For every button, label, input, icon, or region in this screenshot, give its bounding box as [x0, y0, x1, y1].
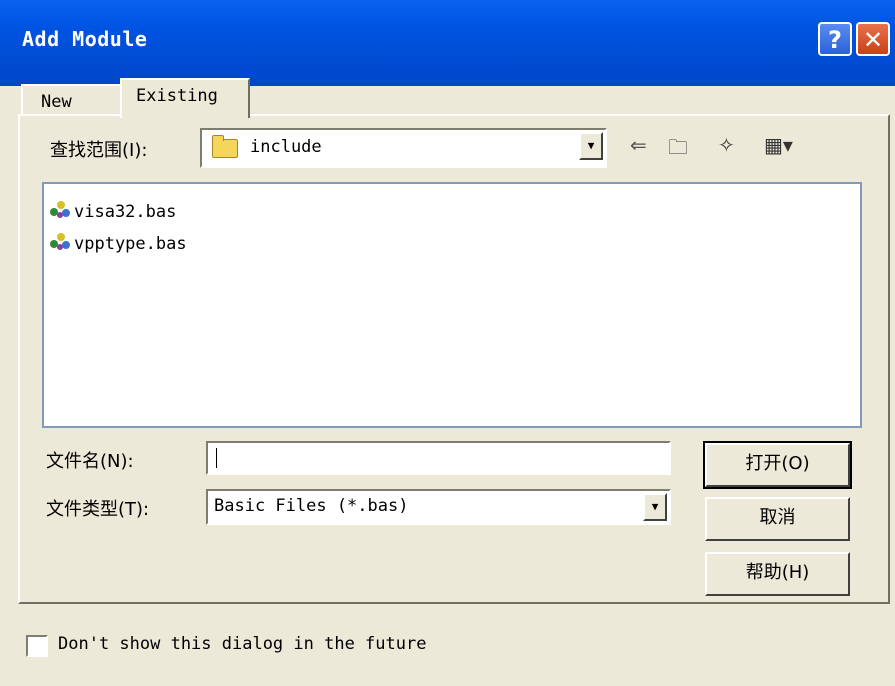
look-in-value: include [250, 137, 322, 157]
file-list[interactable]: visa32.bas vpptype.bas [42, 182, 862, 428]
filetype-value: Basic Files (*.bas) [214, 496, 409, 516]
open-button[interactable]: 打开(O) [703, 441, 852, 489]
dont-show-checkbox[interactable] [26, 635, 48, 657]
look-in-dropdown[interactable]: include ▼ [200, 128, 607, 168]
text-caret [216, 448, 217, 468]
new-folder-icon[interactable]: ✧ [718, 133, 735, 157]
file-name: vpptype.bas [74, 234, 187, 254]
tab-existing[interactable]: Existing [120, 78, 250, 118]
folder-icon [212, 135, 238, 158]
tab-new[interactable]: New [21, 84, 121, 116]
close-button[interactable]: ✕ [856, 22, 890, 56]
vb-module-icon [50, 233, 70, 250]
look-in-label: 查找范围(I): [50, 140, 148, 161]
back-arrow-icon[interactable]: ⇐ [630, 133, 647, 157]
filetype-dropdown[interactable]: Basic Files (*.bas) ▼ [206, 489, 671, 525]
help-button[interactable]: 帮助(H) [705, 552, 850, 596]
title-bar[interactable]: Add Module ? ✕ [0, 0, 895, 86]
help-title-button[interactable]: ? [818, 22, 852, 56]
file-name: visa32.bas [74, 202, 177, 222]
cancel-button[interactable]: 取消 [705, 497, 850, 541]
filename-input[interactable] [206, 441, 671, 475]
window-title: Add Module [22, 27, 148, 51]
chevron-down-icon[interactable]: ▼ [579, 132, 603, 160]
vb-module-icon [50, 201, 70, 218]
add-module-dialog: Add Module ? ✕ New Existing 查找范围(I): inc… [0, 0, 895, 686]
dont-show-label[interactable]: Don't show this dialog in the future [58, 634, 426, 654]
filetype-label: 文件类型(T): [46, 499, 150, 520]
chevron-down-icon[interactable]: ▼ [643, 493, 667, 521]
view-menu-icon[interactable]: ▦▾ [764, 133, 793, 157]
up-folder-icon[interactable]: 🗀 [668, 133, 688, 167]
filename-label: 文件名(N): [46, 451, 134, 472]
